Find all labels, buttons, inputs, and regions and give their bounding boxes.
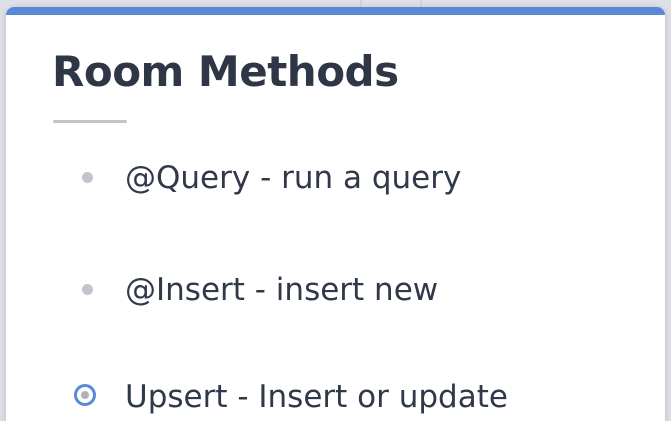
bullet-icon — [82, 172, 93, 183]
radio-selected-icon[interactable] — [74, 384, 96, 406]
list-item-label: @Query - run a query — [125, 160, 462, 196]
list-item-label: @Insert - insert new — [125, 272, 439, 308]
list-item-insert: @Insert - insert new — [6, 270, 646, 310]
list-item-label: Upsert - Insert or update — [125, 379, 508, 415]
background-connector-line — [360, 0, 362, 7]
slide-card[interactable]: Room Methods @Query - run a query @Inser… — [6, 7, 665, 421]
radio-dot-icon — [81, 391, 89, 399]
bullet-icon — [82, 284, 93, 295]
slide-title: Room Methods — [52, 47, 399, 96]
background-connector-line — [420, 0, 422, 7]
list-item-query: @Query - run a query — [6, 158, 646, 198]
list-item-upsert[interactable]: Upsert - Insert or update — [6, 377, 646, 417]
card-accent-bar — [6, 7, 665, 15]
title-underline — [53, 120, 127, 123]
